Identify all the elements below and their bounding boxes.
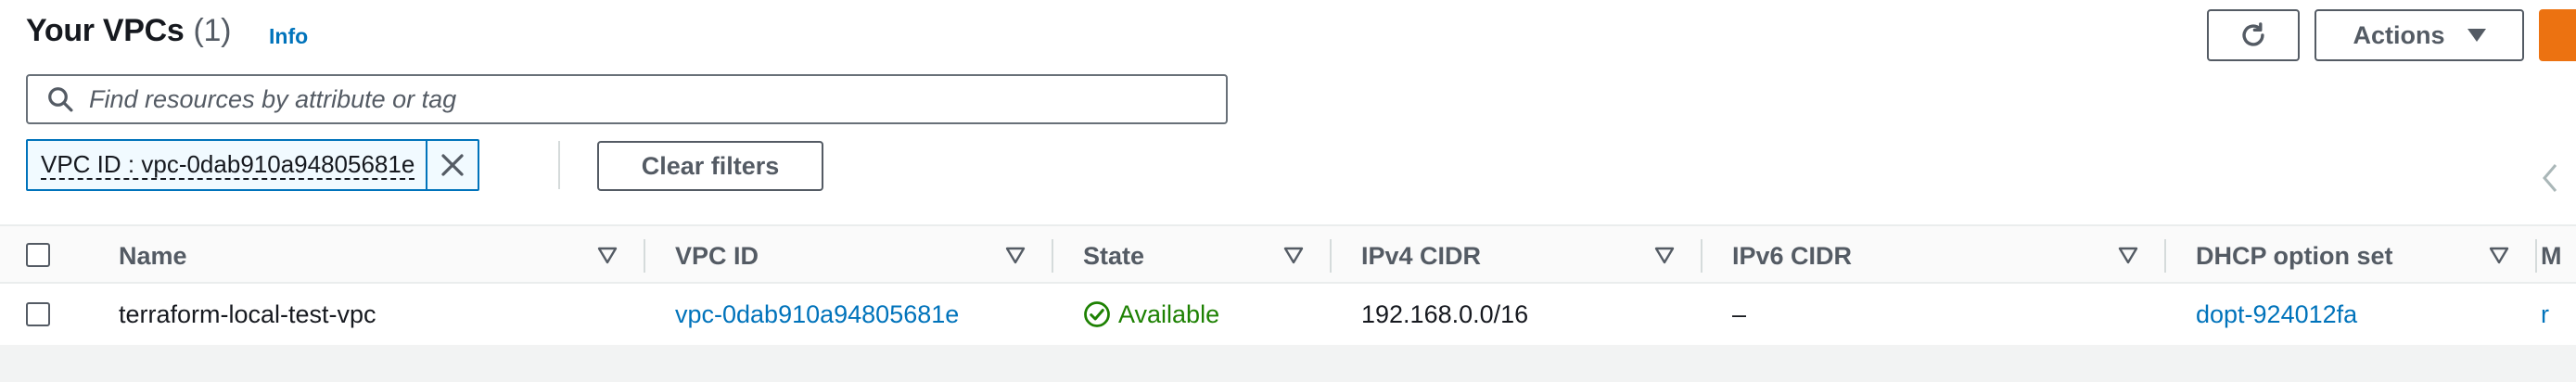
page-title: Your VPCs (1) (26, 13, 231, 49)
vpc-state: Available (1083, 284, 1219, 345)
caret-down-icon (2467, 29, 2486, 42)
page-title-text: Your VPCs (26, 13, 185, 48)
column-header-dhcp-option-set[interactable]: DHCP option set (2196, 226, 2393, 286)
vpc-panel: Your VPCs (1) Info Actions VPC ID : vpc-… (0, 0, 2576, 345)
sort-icon[interactable] (2118, 246, 2138, 266)
search-icon (48, 87, 73, 112)
table-row[interactable]: terraform-local-test-vpc vpc-0dab910a948… (0, 284, 2576, 345)
column-resizer[interactable] (644, 239, 645, 273)
column-header-truncated[interactable]: M (2541, 226, 2562, 286)
column-resizer[interactable] (2535, 239, 2537, 273)
column-resizer[interactable] (1052, 239, 1053, 273)
column-header-name[interactable]: Name (119, 226, 187, 286)
sort-icon[interactable] (1283, 246, 1304, 266)
ipv4-cidr: 192.168.0.0/16 (1361, 299, 1529, 328)
status-check-icon (1084, 301, 1110, 327)
sort-icon[interactable] (1005, 246, 1026, 266)
sort-icon[interactable] (597, 246, 618, 266)
ipv6-cidr: – (1732, 299, 1747, 328)
filter-divider (558, 141, 560, 189)
filter-token[interactable]: VPC ID : vpc-0dab910a94805681e (26, 139, 480, 191)
refresh-icon (2242, 22, 2264, 46)
column-header-state[interactable]: State (1083, 226, 1144, 286)
column-resizer[interactable] (2164, 239, 2166, 273)
create-vpc-button[interactable] (2539, 9, 2576, 61)
filter-token-label[interactable]: VPC ID : vpc-0dab910a94805681e (28, 141, 426, 189)
resource-count: (1) (193, 13, 232, 48)
dhcp-option-link[interactable]: dopt-924012fa (2196, 284, 2357, 345)
actions-label: Actions (2353, 20, 2445, 49)
truncated-cell-link[interactable]: r (2541, 284, 2549, 345)
column-header-ipv6-cidr[interactable]: IPv6 CIDR (1732, 226, 1852, 286)
row-checkbox[interactable] (26, 302, 50, 326)
actions-dropdown[interactable]: Actions (2315, 9, 2524, 61)
info-link[interactable]: Info (269, 24, 308, 49)
column-resizer[interactable] (1701, 239, 1702, 273)
vpc-state-label: Available (1118, 299, 1220, 328)
search-bar[interactable] (26, 74, 1228, 124)
vpc-id-link[interactable]: vpc-0dab910a94805681e (675, 284, 959, 345)
filter-remove-button[interactable] (426, 141, 478, 189)
sort-icon[interactable] (2489, 246, 2509, 266)
refresh-button[interactable] (2207, 9, 2300, 61)
chevron-left-icon[interactable] (2539, 161, 2561, 195)
filter-token-text: VPC ID : vpc-0dab910a94805681e (41, 150, 415, 180)
sort-icon[interactable] (1654, 246, 1675, 266)
table-header: Name VPC ID State IPv4 CIDR IPv6 CIDR DH… (0, 224, 2576, 284)
column-header-ipv4-cidr[interactable]: IPv4 CIDR (1361, 226, 1481, 286)
close-icon (441, 154, 464, 176)
vpc-name: terraform-local-test-vpc (119, 299, 376, 328)
column-header-vpc-id[interactable]: VPC ID (675, 226, 759, 286)
select-all-checkbox[interactable] (26, 243, 50, 267)
search-input[interactable] (89, 84, 1202, 114)
clear-filters-button[interactable]: Clear filters (597, 141, 823, 191)
column-resizer[interactable] (1330, 239, 1332, 273)
